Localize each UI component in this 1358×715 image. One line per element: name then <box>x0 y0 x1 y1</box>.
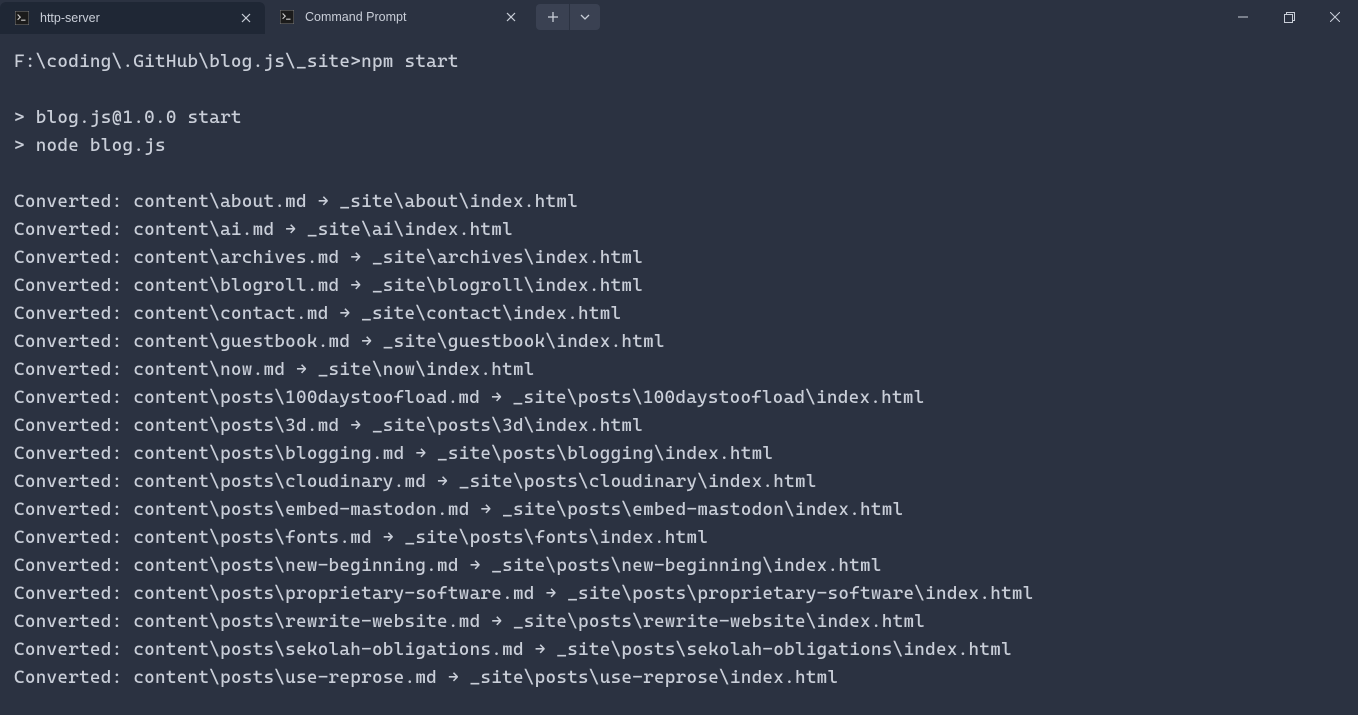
terminal-line: Converted: content\blogroll.md → _site\b… <box>14 272 1344 300</box>
terminal-line <box>14 76 1344 104</box>
cmd-icon <box>279 9 295 25</box>
tab-strip: http-server Command Prompt <box>0 0 530 34</box>
terminal-line: > blog.js@1.0.0 start <box>14 104 1344 132</box>
terminal-line: Converted: content\about.md → _site\abou… <box>14 188 1344 216</box>
close-tab-icon[interactable] <box>502 8 520 26</box>
minimize-button[interactable] <box>1220 0 1266 34</box>
terminal-line: > node blog.js <box>14 132 1344 160</box>
window-controls <box>1220 0 1358 34</box>
terminal-line: Converted: content\posts\rewrite-website… <box>14 608 1344 636</box>
tab-http-server[interactable]: http-server <box>0 2 265 34</box>
new-tab-button[interactable] <box>536 4 570 30</box>
window-titlebar: http-server Command Prompt <box>0 0 1358 34</box>
terminal-line: Converted: content\posts\blogging.md → _… <box>14 440 1344 468</box>
close-tab-icon[interactable] <box>237 9 255 27</box>
maximize-button[interactable] <box>1266 0 1312 34</box>
terminal-line: Converted: content\posts\proprietary-sof… <box>14 580 1344 608</box>
terminal-line: Converted: content\posts\new-beginning.m… <box>14 552 1344 580</box>
terminal-line: Converted: content\posts\use-reprose.md … <box>14 664 1344 692</box>
terminal-line: F:\coding\.GitHub\blog.js\_site>npm star… <box>14 48 1344 76</box>
terminal-line: Converted: content\now.md → _site\now\in… <box>14 356 1344 384</box>
terminal-line: Converted: content\posts\cloudinary.md →… <box>14 468 1344 496</box>
terminal-line: Converted: content\posts\100daystooﬂoad.… <box>14 384 1344 412</box>
terminal-line: Converted: content\posts\fonts.md → _sit… <box>14 524 1344 552</box>
cmd-icon <box>14 10 30 26</box>
terminal-line: Converted: content\guestbook.md → _site\… <box>14 328 1344 356</box>
terminal-line: Converted: content\archives.md → _site\a… <box>14 244 1344 272</box>
tab-title: Command Prompt <box>305 10 492 24</box>
terminal-line: Converted: content\ai.md → _site\ai\inde… <box>14 216 1344 244</box>
tab-actions <box>536 0 600 34</box>
terminal-line: Converted: content\posts\3d.md → _site\p… <box>14 412 1344 440</box>
tab-command-prompt[interactable]: Command Prompt <box>265 0 530 34</box>
terminal-line: Converted: content\contact.md → _site\co… <box>14 300 1344 328</box>
close-window-button[interactable] <box>1312 0 1358 34</box>
terminal-line: Converted: content\posts\sekolah-obligat… <box>14 636 1344 664</box>
terminal-line <box>14 160 1344 188</box>
tab-dropdown-button[interactable] <box>570 4 600 30</box>
terminal-output[interactable]: F:\coding\.GitHub\blog.js\_site>npm star… <box>0 34 1358 715</box>
titlebar-drag-area[interactable] <box>600 0 1220 34</box>
tab-title: http-server <box>40 11 227 25</box>
terminal-line: Converted: content\posts\embed-mastodon.… <box>14 496 1344 524</box>
